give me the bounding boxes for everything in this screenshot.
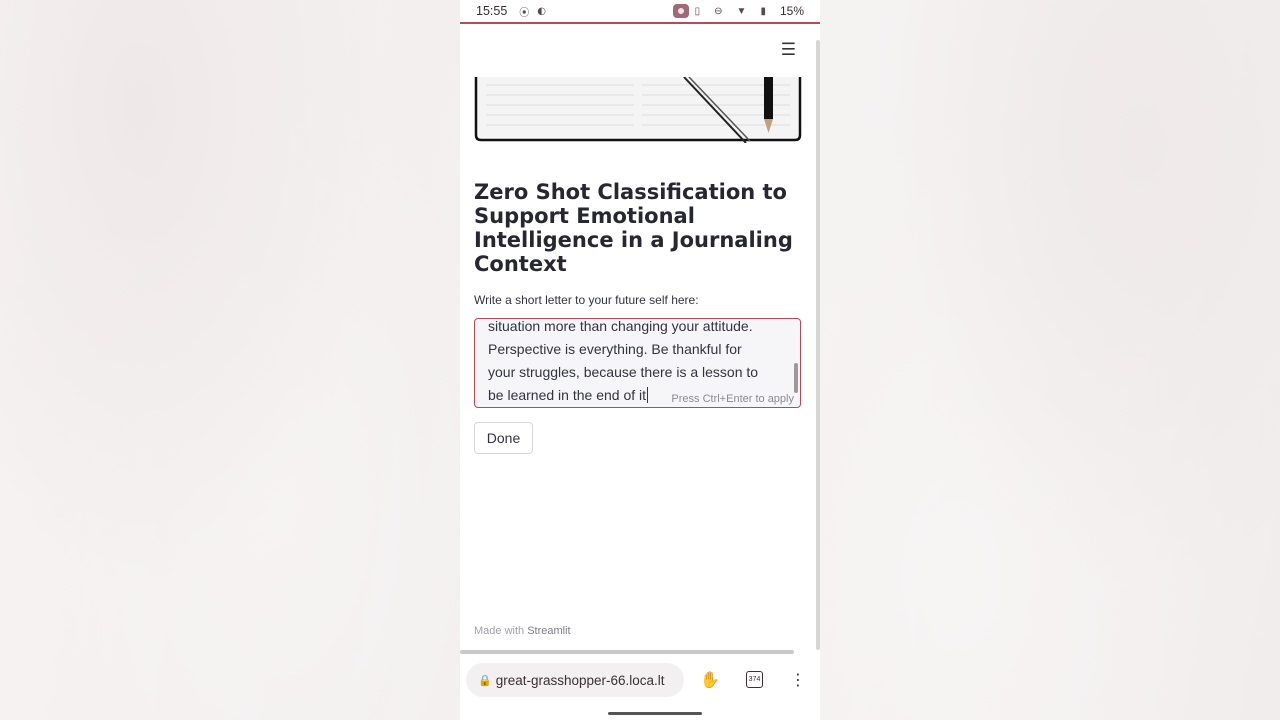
hamburger-menu-icon[interactable]: ☰ <box>781 40 796 60</box>
done-button[interactable]: Done <box>474 422 533 454</box>
lock-icon: 🔒 <box>478 674 492 687</box>
tabs-count-button[interactable]: 374 <box>746 671 763 688</box>
page-title: Zero Shot Classification to Support Emot… <box>474 180 793 276</box>
textarea-scrollbar[interactable] <box>794 363 798 393</box>
hero-image <box>474 77 802 143</box>
textarea-line: Perspective is everything. Be thankful f… <box>488 341 742 357</box>
accent-line <box>460 22 820 24</box>
status-right-icons: ▯ ⊖ ▼ ▮ 15% <box>672 4 804 18</box>
home-indicator[interactable] <box>608 712 702 715</box>
screen-record-icon: ⦿ <box>519 7 530 19</box>
status-bar: 15:55 ⦿ ◐ ▯ ⊖ ▼ ▮ 15% <box>460 0 820 22</box>
textarea-line: situation more than changing your attitu… <box>488 318 753 334</box>
textarea-line: your struggles, because there is a lesso… <box>488 364 759 380</box>
phone-screen: 15:55 ⦿ ◐ ▯ ⊖ ▼ ▮ 15% ☰ Zero Shot Classi… <box>460 0 820 720</box>
dnd-icon: ◐ <box>537 5 547 17</box>
battery-icon: ▮ <box>760 5 766 17</box>
background-right <box>820 0 1280 720</box>
more-options-icon[interactable]: ⋮ <box>790 670 806 689</box>
ctrl-enter-hint: Press Ctrl+Enter to apply <box>669 393 794 405</box>
letter-field-label: Write a short letter to your future self… <box>474 293 699 307</box>
battery-percent: 15% <box>779 4 804 18</box>
background-left <box>0 0 460 720</box>
footer: Made with Streamlit <box>474 625 571 637</box>
vibrate-icon: ▯ <box>694 5 701 17</box>
streamlit-link[interactable]: Streamlit <box>527 625 570 637</box>
url-text: great-grasshopper-66.loca.lt <box>495 672 665 688</box>
horizontal-scrollbar[interactable] <box>460 650 794 654</box>
browser-toolbar: 🔒 great-grasshopper-66.loca.lt ✋ 374 ⋮ <box>460 656 820 708</box>
letter-textarea[interactable]: situation more than changing your attitu… <box>474 318 801 408</box>
minus-circle-icon: ⊖ <box>714 5 723 17</box>
status-time: 15:55 <box>476 4 508 18</box>
wifi-icon: ▼ <box>736 5 747 17</box>
footer-made-with: Made with <box>474 625 525 637</box>
page-scrollbar[interactable] <box>816 40 820 650</box>
recording-icon <box>672 4 689 18</box>
url-bar[interactable]: 🔒 great-grasshopper-66.loca.lt <box>466 663 684 697</box>
hand-icon[interactable]: ✋ <box>700 670 720 689</box>
